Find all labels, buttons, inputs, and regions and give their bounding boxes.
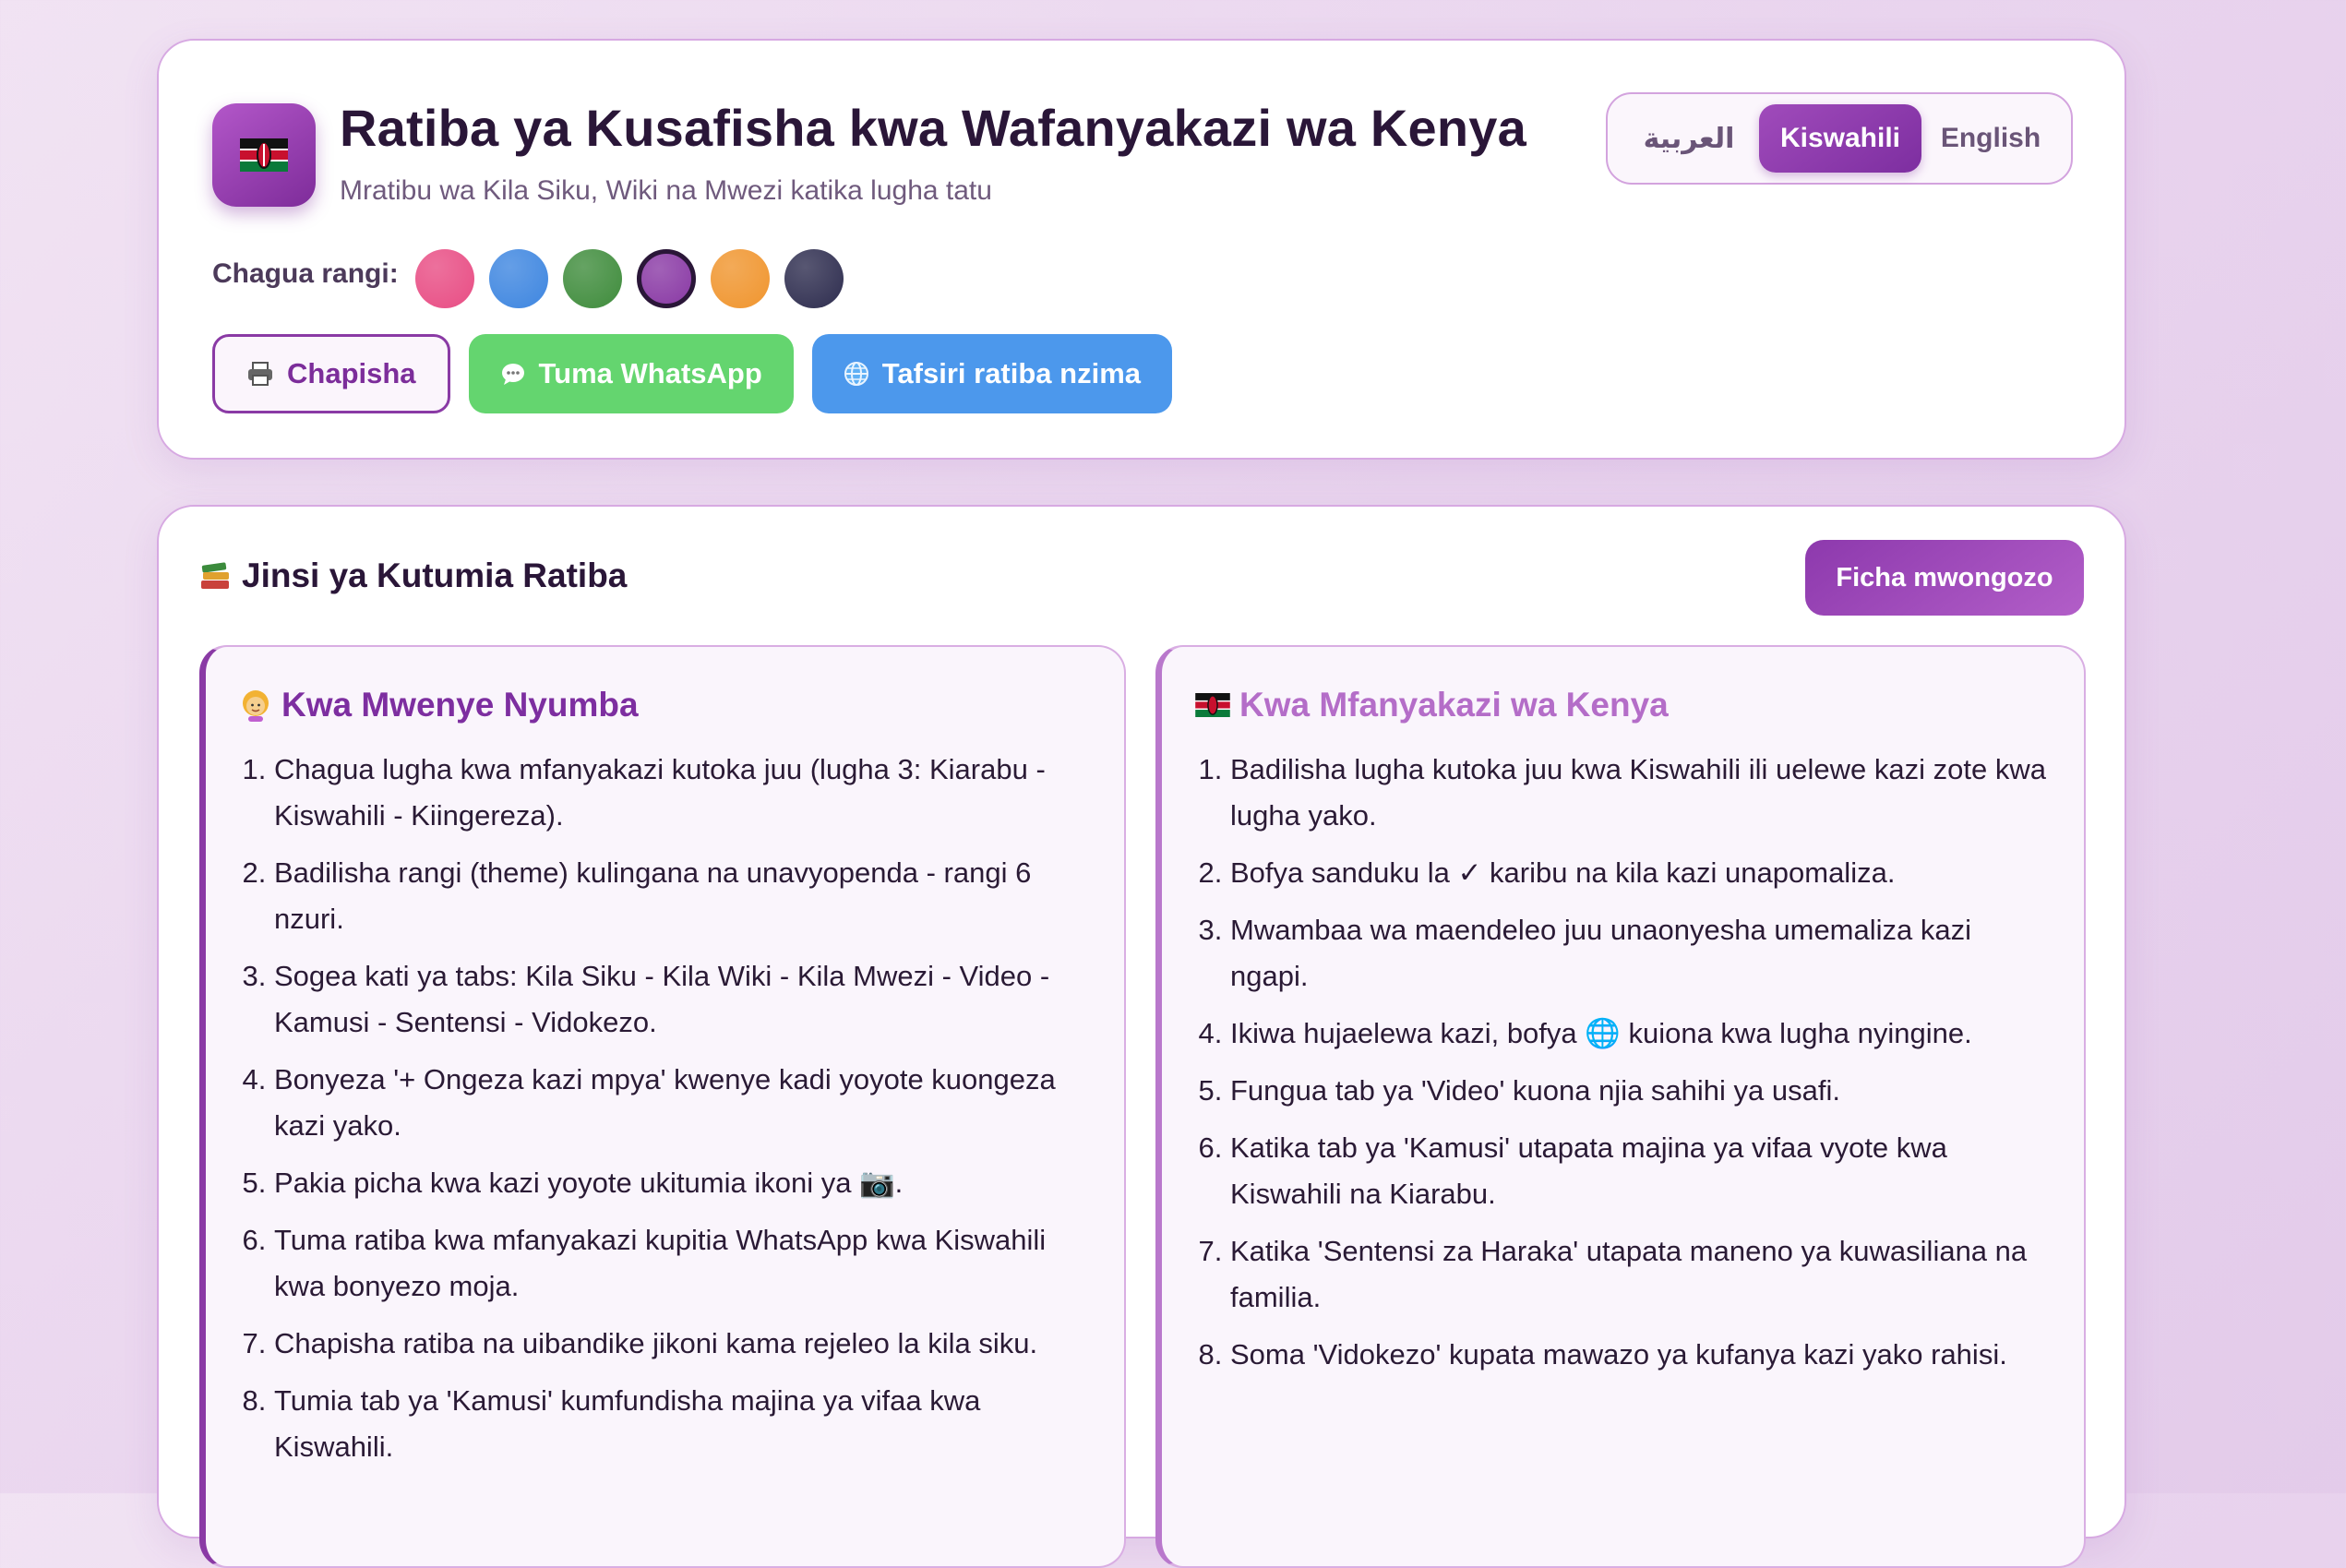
theme-swatches bbox=[415, 249, 844, 308]
list-item: Mwambaa wa maendeleo juu unaonyesha umem… bbox=[1230, 907, 2056, 999]
list-item: Chagua lugha kwa mfanyakazi kutoka juu (… bbox=[274, 747, 1096, 839]
theme-label: Chagua rangi: bbox=[212, 258, 399, 289]
woman-icon bbox=[243, 690, 269, 722]
whatsapp-button[interactable]: Tuma WhatsApp bbox=[468, 334, 794, 413]
worker-guide-panel: Kwa Mfanyakazi wa Kenya Badilisha lugha … bbox=[1155, 645, 2086, 1568]
theme-swatch-blue[interactable] bbox=[489, 249, 548, 308]
lang-arabic-button[interactable]: العربية bbox=[1619, 104, 1759, 173]
kenya-flag-icon bbox=[1195, 693, 1230, 717]
globe-icon bbox=[844, 362, 868, 386]
list-item: Pakia picha kwa kazi yoyote ukitumia iko… bbox=[274, 1160, 1096, 1206]
translate-button[interactable]: Tafsiri ratiba nzima bbox=[811, 334, 1173, 413]
list-item: Sogea kati ya tabs: Kila Siku - Kila Wik… bbox=[274, 953, 1096, 1046]
theme-swatch-pink[interactable] bbox=[415, 249, 474, 308]
language-switcher: العربية Kiswahili English bbox=[1606, 92, 2073, 185]
worker-guide-title: Kwa Mfanyakazi wa Kenya bbox=[1195, 686, 1669, 724]
list-item: Katika 'Sentensi za Haraka' utapata mane… bbox=[1230, 1228, 2056, 1321]
print-button[interactable]: Chapisha bbox=[212, 334, 450, 413]
lang-swahili-button[interactable]: Kiswahili bbox=[1759, 104, 1921, 173]
theme-swatch-purple[interactable] bbox=[637, 249, 696, 308]
list-item: Katika tab ya 'Kamusi' utapata majina ya… bbox=[1230, 1125, 2056, 1217]
owner-guide-title: Kwa Mwenye Nyumba bbox=[239, 686, 639, 724]
books-icon bbox=[201, 562, 229, 589]
theme-swatch-green[interactable] bbox=[563, 249, 622, 308]
guide-title-text: Jinsi ya Kutumia Ratiba bbox=[242, 557, 628, 594]
page-title: Ratiba ya Kusafisha kwa Wafanyakazi wa K… bbox=[340, 99, 1526, 157]
app-logo bbox=[212, 103, 316, 207]
list-item: Soma 'Vidokezo' kupata mawazo ya kufanya… bbox=[1230, 1332, 2056, 1378]
list-item: Ikiwa hujaelewa kazi, bofya 🌐 kuiona kwa… bbox=[1230, 1011, 2056, 1057]
theme-swatch-navy[interactable] bbox=[784, 249, 844, 308]
list-item: Bonyeza '+ Ongeza kazi mpya' kwenye kadi… bbox=[274, 1057, 1096, 1149]
print-label: Chapisha bbox=[287, 357, 416, 389]
list-item: Badilisha rangi (theme) kulingana na una… bbox=[274, 850, 1096, 942]
hide-guide-button[interactable]: Ficha mwongozo bbox=[1805, 540, 2084, 616]
list-item: Chapisha ratiba na uibandike jikoni kama… bbox=[274, 1321, 1096, 1367]
worker-guide-title-text: Kwa Mfanyakazi wa Kenya bbox=[1239, 686, 1669, 724]
owner-guide-title-text: Kwa Mwenye Nyumba bbox=[281, 686, 639, 724]
printer-icon bbox=[248, 362, 272, 386]
list-item: Bofya sanduku la ✓ karibu na kila kazi u… bbox=[1230, 850, 2056, 896]
lang-english-button[interactable]: English bbox=[1921, 104, 2060, 173]
list-item: Tumia tab ya 'Kamusi' kumfundisha majina… bbox=[274, 1378, 1096, 1470]
action-bar: Chapisha Tuma WhatsApp Tafsiri ratiba nz… bbox=[212, 334, 1173, 413]
whatsapp-label: Tuma WhatsApp bbox=[538, 357, 762, 389]
page-subtitle: Mratibu wa Kila Siku, Wiki na Mwezi kati… bbox=[340, 175, 992, 206]
guide-card: Jinsi ya Kutumia Ratiba Ficha mwongozo K… bbox=[157, 505, 2126, 1568]
list-item: Badilisha lugha kutoka juu kwa Kiswahili… bbox=[1230, 747, 2056, 839]
list-item: Tuma ratiba kwa mfanyakazi kupitia Whats… bbox=[274, 1217, 1096, 1310]
owner-steps-list: Chagua lugha kwa mfanyakazi kutoka juu (… bbox=[239, 747, 1096, 1481]
worker-steps-list: Badilisha lugha kutoka juu kwa Kiswahili… bbox=[1195, 747, 2056, 1389]
owner-guide-panel: Kwa Mwenye Nyumba Chagua lugha kwa mfany… bbox=[199, 645, 1126, 1568]
kenya-flag-icon bbox=[240, 138, 288, 172]
list-item: Fungua tab ya 'Video' kuona njia sahihi … bbox=[1230, 1068, 2056, 1114]
guide-title: Jinsi ya Kutumia Ratiba bbox=[199, 557, 627, 595]
chat-bubble-icon bbox=[501, 364, 524, 385]
translate-label: Tafsiri ratiba nzima bbox=[881, 357, 1142, 389]
header-card: Ratiba ya Kusafisha kwa Wafanyakazi wa K… bbox=[157, 39, 2126, 460]
theme-swatch-orange[interactable] bbox=[711, 249, 770, 308]
